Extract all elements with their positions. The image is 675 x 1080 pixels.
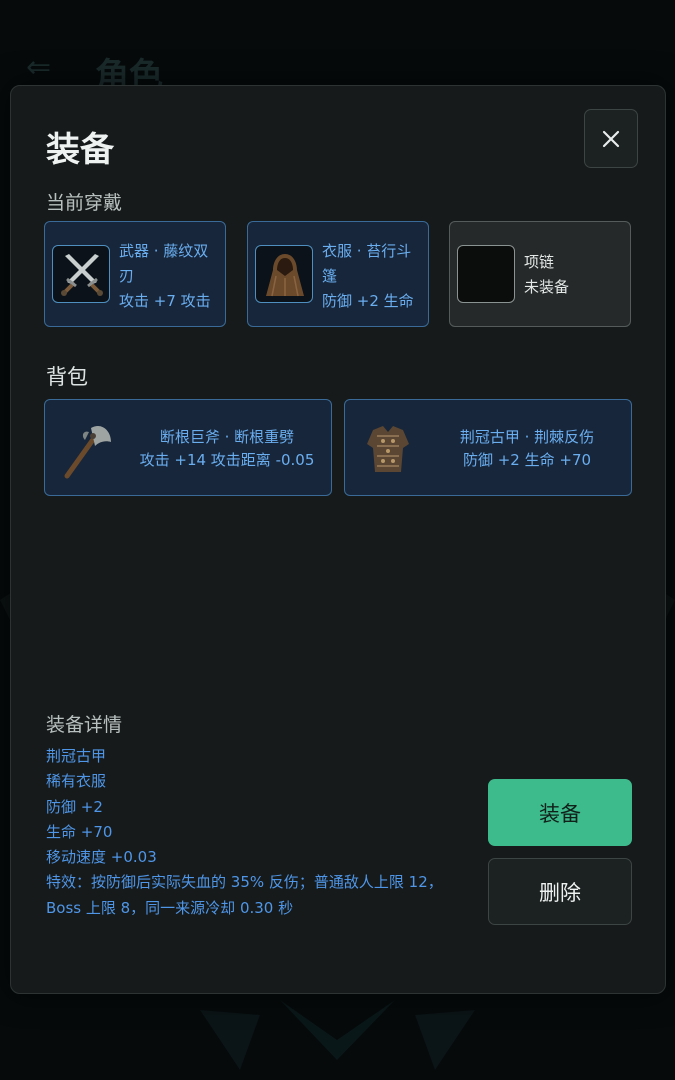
bag-item-armor-stat: 防御 +2 生命 +70 [462,451,592,469]
armor-icon [353,414,423,484]
details-line: 稀有衣服 [46,772,107,791]
bag-label: 背包 [46,365,88,389]
equipped-weapon-slot[interactable]: 武器 · 藤纹双刃 攻击 +7 攻击 [44,221,226,327]
delete-button[interactable]: 删除 [488,858,632,925]
equipped-weapon-text: 武器 · 藤纹双刃 攻击 +7 攻击 [119,239,217,314]
equipped-weapon-stat: 攻击 +7 攻击 [119,292,211,310]
bag-item-axe-text: 断根巨斧 · 断根重劈 攻击 +14 攻击距离 -0.05 [135,426,319,472]
necklace-slot-text: 项链 未装备 [524,250,622,300]
necklace-slot-status: 未装备 [524,278,570,296]
details-line: 生命 +70 [46,822,113,841]
details-line: 防御 +2 [46,797,103,816]
details-title: 装备详情 [46,714,123,736]
close-button[interactable] [584,109,638,168]
hooded-cloak-icon [255,245,313,303]
details-list: 荆冠古甲 稀有衣服 防御 +2 生命 +70 移动速度 +0.03 特效：按防御… [46,744,466,921]
empty-slot-icon [457,245,515,303]
details-line: 特效：按防御后实际失血的 35% 反伤；普通敌人上限 12， [46,873,443,892]
bag-item-axe-stat: 攻击 +14 攻击距离 -0.05 [139,451,315,469]
details-line: 移动速度 +0.03 [46,848,157,867]
necklace-slot[interactable]: 项链 未装备 [449,221,631,327]
close-icon [602,130,620,147]
details-line: Boss 上限 8，同一来源冷却 0.30 秒 [46,898,294,917]
equipment-dialog: 装备 当前穿戴 武器 · 藤纹双刃 攻击 +7 攻击 衣服 · 苔行斗篷 防御 … [10,85,666,994]
equip-button[interactable]: 装备 [488,779,632,846]
back-arrow-icon[interactable]: ⇐ [26,50,51,85]
details-line: 荆冠古甲 [46,747,107,765]
current-equipped-label: 当前穿戴 [46,192,123,214]
bag-item-armor-text: 荆冠古甲 · 荆棘反伤 防御 +2 生命 +70 [435,426,619,472]
equipped-weapon-name: 武器 · 藤纹双刃 [119,242,209,285]
equipped-clothes-name: 衣服 · 苔行斗篷 [322,242,412,285]
crossed-blades-icon [52,245,110,303]
bag-item-axe[interactable]: 断根巨斧 · 断根重劈 攻击 +14 攻击距离 -0.05 [44,399,332,496]
battle-axe-icon [53,414,123,484]
bag-item-axe-name: 断根巨斧 · 断根重劈 [159,428,295,446]
necklace-slot-name: 项链 [524,253,555,271]
dialog-title: 装备 [46,130,114,170]
equipped-clothes-slot[interactable]: 衣服 · 苔行斗篷 防御 +2 生命 [247,221,429,327]
equipped-clothes-stat: 防御 +2 生命 [322,292,414,310]
equipped-clothes-text: 衣服 · 苔行斗篷 防御 +2 生命 [322,239,420,314]
bag-item-armor[interactable]: 荆冠古甲 · 荆棘反伤 防御 +2 生命 +70 [344,399,632,496]
bag-item-armor-name: 荆冠古甲 · 荆棘反伤 [459,428,595,446]
